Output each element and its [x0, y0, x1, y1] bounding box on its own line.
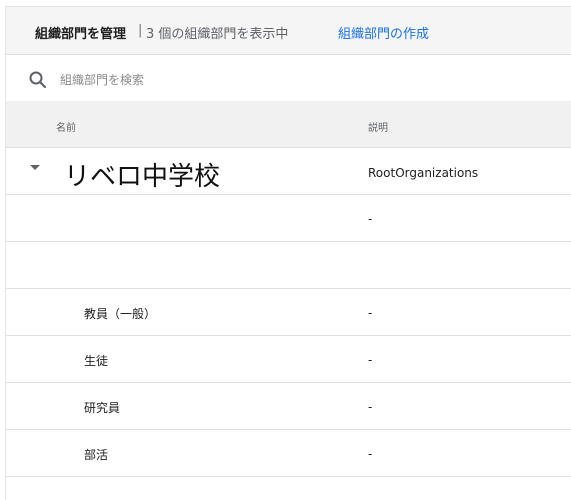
org-unit-description: - — [368, 306, 373, 320]
table-row[interactable]: 生徒 - — [6, 336, 571, 383]
title-separator: | — [138, 23, 143, 38]
org-unit-table: リベロ中学校 RootOrganizations - 教員（一般） - 生徒 -… — [6, 148, 571, 477]
table-row[interactable]: 研究員 - — [6, 383, 571, 430]
table-row[interactable] — [6, 242, 571, 289]
root-org-description: RootOrganizations — [368, 166, 479, 180]
table-row-root[interactable]: リベロ中学校 RootOrganizations — [6, 148, 571, 195]
page-title: 組織部門を管理 — [35, 27, 127, 42]
column-header-name[interactable]: 名前 — [56, 119, 76, 134]
org-unit-description: - — [368, 353, 373, 367]
table-header: 名前 説明 — [6, 101, 571, 148]
table-row[interactable]: - — [6, 195, 571, 242]
org-unit-name[interactable]: 教員（一般） — [84, 305, 156, 322]
org-units-panel: 組織部門を管理 | 3 個の組織部門を表示中 組織部門の作成 名前 説明 リベロ… — [5, 6, 571, 500]
org-unit-description: - — [368, 212, 373, 226]
column-header-description: 説明 — [368, 123, 388, 134]
panel-header: 組織部門を管理 | 3 個の組織部門を表示中 組織部門の作成 — [6, 7, 571, 55]
search-bar — [6, 55, 571, 101]
root-org-name[interactable]: リベロ中学校 — [64, 156, 220, 193]
org-unit-count: 3 個の組織部門を表示中 — [146, 27, 289, 42]
search-input[interactable] — [58, 68, 462, 92]
org-unit-description: - — [368, 447, 373, 461]
org-unit-description: - — [368, 400, 373, 414]
org-unit-name[interactable]: 研究員 — [84, 399, 120, 416]
org-unit-name[interactable]: 部活 — [84, 446, 108, 463]
search-icon[interactable] — [28, 70, 48, 90]
caret-down-icon[interactable] — [30, 165, 40, 170]
table-row[interactable]: 教員（一般） - — [6, 289, 571, 336]
create-org-unit-link[interactable]: 組織部門の作成 — [338, 23, 429, 42]
table-row[interactable]: 部活 - — [6, 430, 571, 477]
org-unit-name[interactable]: 生徒 — [84, 352, 108, 369]
